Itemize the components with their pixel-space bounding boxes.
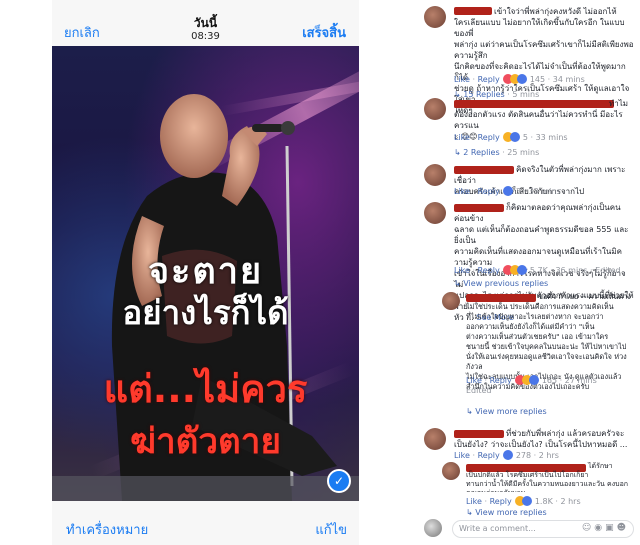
comment-text: ที่ช่วยกับพี่พล่ากุ่ง แล้วครอบครัวจะ เป็…	[454, 429, 628, 449]
like-link[interactable]: Like	[466, 497, 482, 506]
avatar[interactable]	[424, 428, 446, 450]
comment-time[interactable]: 27 mins	[565, 376, 597, 385]
reply-link[interactable]: Reply	[478, 133, 500, 142]
avatar[interactable]	[442, 292, 460, 310]
editor-bottom-bar: ทำเครื่องหมาย แก้ไข	[52, 501, 359, 545]
like-link[interactable]: Like	[454, 75, 470, 84]
like-reaction-icon	[503, 186, 514, 196]
like-reaction-icon	[522, 496, 533, 506]
reply-link[interactable]: Reply	[490, 497, 512, 506]
comment-input-icons[interactable]: ☺◉▣☻	[582, 523, 629, 533]
avatar[interactable]	[424, 202, 446, 224]
view-previous-replies-link[interactable]: ↳ View previous replies	[454, 279, 548, 288]
comment-time[interactable]: 2 hrs	[539, 451, 559, 460]
comment-input-placeholder: Write a comment...	[459, 524, 536, 533]
comment-input[interactable]: Write a comment... ☺◉▣☻	[452, 520, 634, 538]
caption-line-4: ฆ่าตัวตาย	[130, 422, 281, 462]
comment-item: เข้าใจว่าพี่พล่ากุ่งคงหวังดี ไม่ออกไห้ ใ…	[424, 6, 638, 115]
caption-line-2: อย่างไรก็ได้	[122, 293, 289, 332]
reaction-count[interactable]: 278	[516, 451, 531, 460]
write-comment-bar: Write a comment... ☺◉▣☻	[424, 518, 638, 540]
comment-time[interactable]: 33 mins	[529, 187, 561, 196]
reaction-count[interactable]: 1.8K	[535, 497, 553, 506]
reaction-count[interactable]: 5.7K	[530, 266, 548, 275]
avatar[interactable]	[424, 98, 446, 120]
replies-link[interactable]: ↳ 2 Replies · 25 mins	[454, 148, 539, 157]
editor-top-bar: ยกเลิก วันนี้ 08:39 เสร็จสิ้น	[52, 0, 359, 46]
comment-actions: Like · Reply 145 · 34 mins	[454, 74, 585, 84]
reaction-count[interactable]: 3	[516, 187, 521, 196]
comment-actions: Like · Reply 5 · 33 mins	[454, 132, 568, 142]
comment-item: ก็คิดมาตลอดว่าคุณพล่ากุ่งเป็นคนค่อนข้าง …	[424, 202, 638, 322]
comment-time[interactable]: 36 mins	[555, 266, 587, 275]
sticker-icon[interactable]: ☻	[617, 523, 629, 533]
comment-actions: Like · Reply 3 · 33 mins	[454, 186, 561, 196]
edited-label: Edited	[466, 386, 492, 395]
comment-item: ได้รักษา เป็นปกติแล้ว โรคซึมเศร้าเป็นไปโ…	[442, 462, 638, 517]
user-avatar	[424, 519, 442, 537]
comment-time[interactable]: 34 mins	[553, 75, 585, 84]
reaction-count[interactable]: 165	[542, 376, 557, 385]
comment-time[interactable]: 33 mins	[536, 133, 568, 142]
markup-button[interactable]: ทำเครื่องหมาย	[66, 519, 148, 540]
reaction-count[interactable]: 5	[523, 133, 528, 142]
like-reaction-icon	[517, 265, 528, 275]
view-more-replies-link[interactable]: ↳ View more replies	[466, 508, 547, 517]
avatar[interactable]	[424, 6, 446, 28]
like-reaction-icon	[529, 375, 540, 385]
avatar[interactable]	[424, 164, 446, 186]
like-link[interactable]: Like	[454, 266, 470, 275]
comment-item: คิดจริงในตัวพี่พล่ากุ่งมาก เพราะเชื่อว่า…	[424, 164, 638, 198]
gif-icon[interactable]: ▣	[605, 523, 617, 533]
comment-actions: Like · Reply 5.7K · 36 mins · Edited	[454, 265, 621, 275]
like-reaction-icon	[503, 450, 514, 460]
comment-actions: Like · Reply 165 · 27 mins	[466, 375, 597, 385]
reply-link[interactable]: Reply	[478, 187, 500, 196]
edited-label[interactable]: Edited	[595, 266, 621, 275]
reply-link[interactable]: Reply	[478, 266, 500, 275]
emoji-icon[interactable]: ☺	[582, 523, 594, 533]
avatar[interactable]	[442, 462, 460, 480]
comment-thread: เข้าใจว่าพี่พล่ากุ่งคงหวังดี ไม่ออกไห้ ใ…	[416, 0, 640, 545]
like-link[interactable]: Like	[454, 133, 470, 142]
reaction-count[interactable]: 145	[530, 75, 545, 84]
like-link[interactable]: Like	[454, 451, 470, 460]
comment-actions: Like · Reply 1.8K · 2 hrs	[466, 496, 581, 506]
view-more-replies-link[interactable]: ↳ View more replies	[466, 407, 547, 416]
comment-item: ทำไม ต้องออกตัวแรง ตัดสินคนอื่นว่าไม่ควร…	[424, 98, 638, 158]
reply-link[interactable]: Reply	[478, 451, 500, 460]
comment-time[interactable]: 2 hrs	[560, 497, 580, 506]
done-button[interactable]: เสร็จสิ้น	[302, 22, 346, 43]
like-link[interactable]: Like	[454, 187, 470, 196]
reply-link[interactable]: Reply	[490, 376, 512, 385]
camera-icon[interactable]: ◉	[594, 523, 605, 533]
concert-photo: จะตาย อย่างไรก็ได้ แต่...ไม่ควร ฆ่าตัวตา…	[52, 46, 359, 501]
comment-item: ที่ช่วยกับพี่พล่ากุ่ง แล้วครอบครัวจะ เป็…	[424, 428, 638, 462]
like-link[interactable]: Like	[466, 376, 482, 385]
photo-editor: ยกเลิก วันนี้ 08:39 เสร็จสิ้น จะตาย อย่า…	[52, 0, 359, 545]
caption-line-3: แต่...ไม่ควร	[103, 367, 308, 411]
comment-item: ขอศึ้ว ก้าเบย -- ความเห็นต่าง ไม่ใช่ประเ…	[442, 292, 638, 422]
checkmark-icon[interactable]: ✓	[327, 469, 351, 493]
comment-text: ได้รักษา เป็นปกติแล้ว โรคซึมเศร้าเป็นไปโ…	[466, 462, 629, 492]
like-reaction-icon	[510, 132, 521, 142]
like-reaction-icon	[517, 74, 528, 84]
comment-actions: Like · Reply 278 · 2 hrs	[454, 450, 559, 460]
reply-link[interactable]: Reply	[478, 75, 500, 84]
edit-button[interactable]: แก้ไข	[315, 519, 347, 540]
